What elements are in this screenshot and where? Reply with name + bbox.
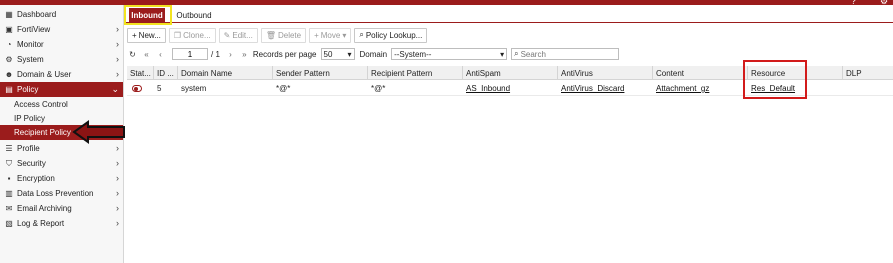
last-page-icon[interactable]: » (239, 48, 250, 60)
sidebar-subitem-access-control[interactable]: Access Control (0, 97, 123, 112)
chevron-right-icon: › (116, 158, 119, 168)
trash-icon: 🗑 (265, 30, 276, 40)
cell-sender-pattern: *@* (276, 84, 291, 93)
tab-inbound[interactable]: Inbound (129, 8, 165, 22)
chevron-right-icon: › (116, 143, 119, 153)
column-header-id[interactable]: ID ... (154, 66, 178, 80)
move-icon: + (314, 30, 319, 40)
toolbar: + New... ❐ Clone... ✎ Edit... 🗑 Delete + Move… (127, 27, 430, 43)
search-icon: ⌕ (514, 49, 519, 58)
sidebar-item-fortiview[interactable]: ▣ FortiView › (0, 22, 123, 37)
column-header-sender-pattern[interactable]: Sender Pattern (273, 66, 368, 80)
records-per-page-select[interactable]: 50 ▾ (320, 48, 355, 60)
chevron-right-icon: › (116, 39, 119, 49)
security-shield-icon: ⛉ (6, 158, 12, 168)
policy-icon: ▤ (5, 85, 13, 94)
monitor-icon: ◔ (6, 40, 12, 49)
clone-button[interactable]: ❐ Clone... (168, 27, 216, 43)
cell-dlp (843, 81, 893, 96)
dlp-icon: ▥ (5, 189, 13, 198)
column-header-antispam[interactable]: AntiSpam (463, 66, 558, 80)
sidebar-item-dashboard[interactable]: ▦ Dashboard (0, 7, 123, 22)
column-header-antivirus[interactable]: AntiVirus (558, 66, 653, 80)
cell-recipient-pattern: *@* (371, 84, 386, 93)
column-header-content[interactable]: Content (653, 66, 748, 80)
log-report-icon: ▧ (5, 219, 13, 228)
sidebar-item-email-archiving[interactable]: ✉ Email Archiving › (0, 201, 123, 216)
chevron-down-icon: ▾ (347, 49, 352, 59)
policy-lookup-button[interactable]: ⌕ Policy Lookup... (354, 27, 428, 43)
policy-tabs: Inbound Outbound (124, 5, 893, 25)
resource-highlight-box (743, 60, 807, 99)
sidebar-item-log-report[interactable]: ▧ Log & Report › (0, 216, 123, 231)
sidebar-item-system[interactable]: ⚙ System › (0, 52, 123, 67)
sidebar-item-domain-user[interactable]: ☻ Domain & User › (0, 67, 123, 82)
lock-icon: ▪ (7, 174, 11, 183)
chevron-right-icon: › (116, 203, 119, 213)
sidebar-item-monitor[interactable]: ◔ Monitor › (0, 37, 123, 52)
cell-id: 5 (157, 84, 162, 93)
system-gear-icon: ⚙ (5, 55, 13, 64)
chevron-right-icon: › (116, 24, 119, 34)
refresh-icon[interactable]: ↻ (127, 48, 138, 60)
fortiview-icon: ▣ (5, 25, 13, 34)
new-button[interactable]: + New... (127, 27, 166, 43)
content-link[interactable]: Attachment_gz (656, 84, 709, 93)
page-total: / 1 (211, 49, 220, 59)
tab-outbound[interactable]: Outbound (174, 8, 214, 22)
cell-domain: system (181, 84, 207, 93)
search-input[interactable]: ⌕ Search (511, 48, 620, 60)
prev-page-icon[interactable]: ‹ (155, 48, 166, 60)
chevron-right-icon: › (116, 54, 119, 64)
antispam-link[interactable]: AS_Inbound (466, 84, 510, 93)
first-page-icon[interactable]: « (141, 48, 152, 60)
column-header-dlp[interactable]: DLP (843, 66, 893, 80)
sidebar-item-policy[interactable]: ▤ Policy ⌄ (0, 82, 123, 97)
toggle-icon (132, 85, 142, 92)
sidebar-item-security[interactable]: ⛉ Security › (0, 156, 123, 171)
status-toggle[interactable] (129, 81, 154, 96)
profile-icon: ☰ (5, 144, 13, 153)
chevron-right-icon: › (116, 218, 119, 228)
chevron-right-icon: › (116, 173, 119, 183)
email-icon: ✉ (5, 204, 13, 213)
plus-icon: + (132, 30, 137, 40)
clone-icon: ❐ (173, 30, 182, 40)
domain-label: Domain (359, 49, 388, 59)
search-icon: ⌕ (359, 30, 364, 39)
records-per-page-label: Records per page (252, 49, 317, 59)
chevron-down-icon: ▾ (500, 49, 505, 59)
domain-user-icon: ☻ (4, 70, 14, 79)
annotation-arrow-icon (72, 120, 125, 144)
chevron-right-icon: › (116, 188, 119, 198)
sidebar-item-data-loss-prevention[interactable]: ▥ Data Loss Prevention › (0, 186, 123, 201)
move-button[interactable]: + Move ▾ (309, 27, 352, 43)
sidebar-item-encryption[interactable]: ▪ Encryption › (0, 171, 123, 186)
delete-button[interactable]: 🗑 Delete (260, 27, 307, 43)
column-header-domain-name[interactable]: Domain Name (178, 66, 273, 80)
chevron-right-icon: › (116, 69, 119, 79)
column-header-recipient-pattern[interactable]: Recipient Pattern (368, 66, 463, 80)
next-page-icon[interactable]: › (225, 48, 236, 60)
domain-select[interactable]: --System-- ▾ (391, 48, 508, 60)
pagination-bar: ↻ « ‹ / 1 › » Records per page 50 ▾ Doma… (127, 46, 620, 62)
edit-icon: ✎ (223, 30, 231, 40)
edit-button[interactable]: ✎ Edit... (218, 27, 258, 43)
antivirus-link[interactable]: AntiVirus_Discard (561, 84, 624, 93)
chevron-down-icon: ⌄ (111, 84, 119, 94)
dropdown-caret-icon: ▾ (342, 30, 347, 40)
dashboard-icon: ▦ (5, 10, 13, 19)
column-header-status[interactable]: Stat... (127, 66, 154, 80)
page-number-input[interactable] (172, 48, 208, 60)
